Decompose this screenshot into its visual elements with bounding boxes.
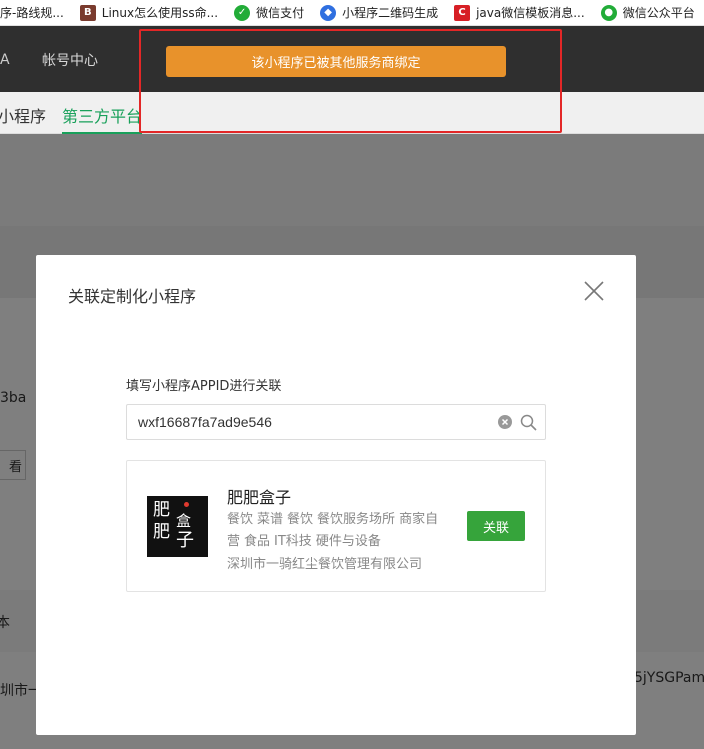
error-toast: 该小程序已被其他服务商绑定 [166, 46, 506, 77]
bookmark-item[interactable]: ● 微信公众平台 [593, 0, 703, 25]
bookmark-label: 序-路线规... [0, 6, 64, 20]
link-miniprogram-dialog: 关联定制化小程序 填写小程序APPID进行关联 肥 肥 盒 子 肥肥盒子 餐饮菜… [36, 255, 636, 735]
miniprogram-result-card: 肥 肥 盒 子 肥肥盒子 餐饮 菜谱 餐饮 餐饮服务场所 商家自营 食品 IT科技 硬件与设备… [126, 460, 546, 592]
appid-field-label: 填写小程序APPID进行关联 [126, 379, 282, 394]
logo-char: 肥 [153, 500, 170, 520]
logo-char: 肥 [153, 522, 170, 542]
bookmark-item[interactable]: C java微信模板消息... [446, 0, 593, 25]
appid-search-box [126, 404, 546, 440]
logo-char: 子 [176, 530, 194, 551]
bookmarks-bar: 序-路线规... B Linux怎么使用ss命... ✓ 微信支付 ◆ 小程序二… [0, 0, 704, 26]
nav-item-fragment[interactable]: A [0, 52, 10, 68]
nav-item-account-center[interactable]: 帐号中心 [42, 50, 98, 70]
category-tag: 食品 [244, 534, 271, 549]
top-navigation: A 帐号中心 该小程序已被其他服务商绑定 [0, 26, 704, 92]
csdn-icon: C [454, 4, 471, 21]
bookmark-label: 小程序二维码生成 [342, 6, 439, 20]
category-tag: IT科技 [274, 534, 312, 549]
b-logo-icon: B [79, 4, 96, 21]
bookmark-item[interactable]: B Linux怎么使用ss命... [72, 0, 226, 25]
close-icon[interactable] [582, 279, 606, 303]
app-company: 深圳市一骑红尘餐饮管理有限公司 [227, 557, 423, 572]
app-category-tags: 餐饮 菜谱 餐饮 餐饮服务场所 商家自营 食品 IT科技 硬件与设备 [227, 509, 452, 553]
category-tag: 餐饮服务场所 [317, 512, 396, 527]
bookmark-item[interactable]: 序-路线规... [0, 0, 72, 25]
clear-icon[interactable] [498, 415, 512, 429]
category-tag: 餐饮 [287, 512, 314, 527]
compass-icon: ◆ [320, 4, 337, 21]
bookmark-label: 微信公众平台 [622, 6, 695, 20]
bookmark-label: java微信模板消息... [476, 6, 585, 20]
link-button[interactable]: 关联 [467, 511, 525, 541]
sub-tab-bar: 小程序 第三方平台 [0, 92, 704, 134]
bookmark-label: Linux怎么使用ss命... [101, 6, 219, 20]
bookmark-label: 微信支付 [256, 6, 305, 20]
app-logo: 肥 肥 盒 子 [147, 496, 208, 557]
bookmark-item[interactable]: ◆ 小程序二维码生成 [312, 0, 446, 25]
tab-miniprogram[interactable]: 小程序 [0, 103, 46, 127]
search-icon[interactable] [520, 414, 537, 431]
bookmark-item[interactable]: ✓ 微信支付 [226, 0, 312, 25]
wechat-icon: ● [600, 4, 617, 21]
category-tag: 硬件与设备 [315, 534, 381, 549]
category-tag: 菜谱 [257, 512, 284, 527]
appid-input[interactable] [128, 406, 488, 438]
dialog-title: 关联定制化小程序 [68, 287, 197, 306]
logo-char: 盒 [176, 512, 192, 530]
tab-third-party-platform[interactable]: 第三方平台 [62, 103, 142, 127]
wechat-pay-icon: ✓ [234, 4, 251, 21]
app-name: 肥肥盒子 [227, 488, 292, 507]
category-tag: 餐饮 [227, 512, 254, 527]
logo-dot [184, 502, 189, 507]
